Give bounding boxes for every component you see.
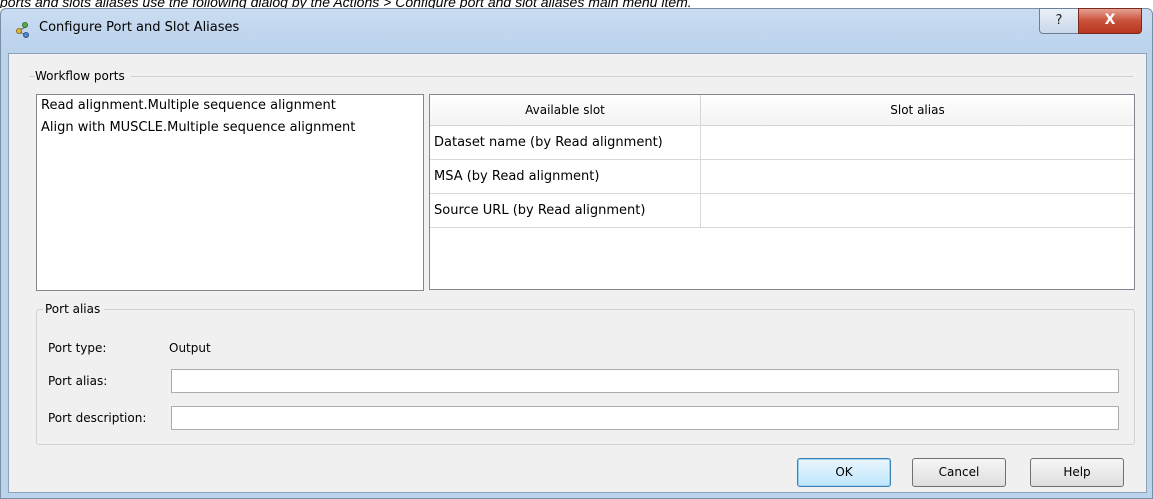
slot-table: Available slot Slot alias Dataset name (…: [429, 94, 1135, 290]
list-item[interactable]: Align with MUSCLE.Multiple sequence alig…: [37, 117, 423, 139]
column-header-available-slot[interactable]: Available slot: [430, 95, 701, 126]
title-help-button[interactable]: ?: [1039, 8, 1079, 34]
workflow-ports-list[interactable]: Read alignment.Multiple sequence alignme…: [36, 94, 424, 291]
help-button[interactable]: Help: [1030, 458, 1124, 487]
close-icon: X: [1104, 12, 1116, 28]
slot-alias-cell[interactable]: [701, 194, 1134, 227]
app-icon: [15, 21, 33, 39]
question-icon: ?: [1055, 13, 1063, 28]
port-alias-input[interactable]: [171, 369, 1119, 393]
table-row[interactable]: Source URL (by Read alignment): [430, 194, 1134, 228]
window-title: Configure Port and Slot Aliases: [39, 20, 240, 35]
port-alias-group-label: Port alias: [43, 302, 105, 316]
list-item[interactable]: Read alignment.Multiple sequence alignme…: [37, 95, 423, 117]
available-slot-cell[interactable]: Dataset name (by Read alignment): [430, 126, 701, 159]
workflow-ports-divider: [29, 76, 1133, 77]
port-description-label: Port description:: [48, 411, 147, 425]
dialog-window: Configure Port and Slot Aliases ? X Work…: [0, 8, 1153, 499]
port-type-label: Port type:: [48, 341, 107, 355]
port-alias-label: Port alias:: [48, 374, 108, 388]
slot-alias-cell[interactable]: [701, 160, 1134, 193]
table-row[interactable]: Dataset name (by Read alignment): [430, 126, 1134, 160]
title-bar[interactable]: Configure Port and Slot Aliases ? X: [1, 8, 1152, 53]
available-slot-cell[interactable]: Source URL (by Read alignment): [430, 194, 701, 227]
dialog-body: Workflow ports Read alignment.Multiple s…: [8, 53, 1147, 493]
workflow-ports-label: Workflow ports: [35, 69, 131, 83]
port-type-value: Output: [169, 341, 211, 355]
port-description-input[interactable]: [171, 406, 1119, 430]
table-row[interactable]: MSA (by Read alignment): [430, 160, 1134, 194]
available-slot-cell[interactable]: MSA (by Read alignment): [430, 160, 701, 193]
cancel-button[interactable]: Cancel: [912, 458, 1006, 487]
slot-alias-cell[interactable]: [701, 126, 1134, 159]
ok-button[interactable]: OK: [797, 458, 891, 487]
window-close-button[interactable]: X: [1078, 8, 1142, 34]
page-caption: ports and slots aliases use the followin…: [0, 0, 692, 8]
column-header-slot-alias[interactable]: Slot alias: [701, 95, 1134, 126]
